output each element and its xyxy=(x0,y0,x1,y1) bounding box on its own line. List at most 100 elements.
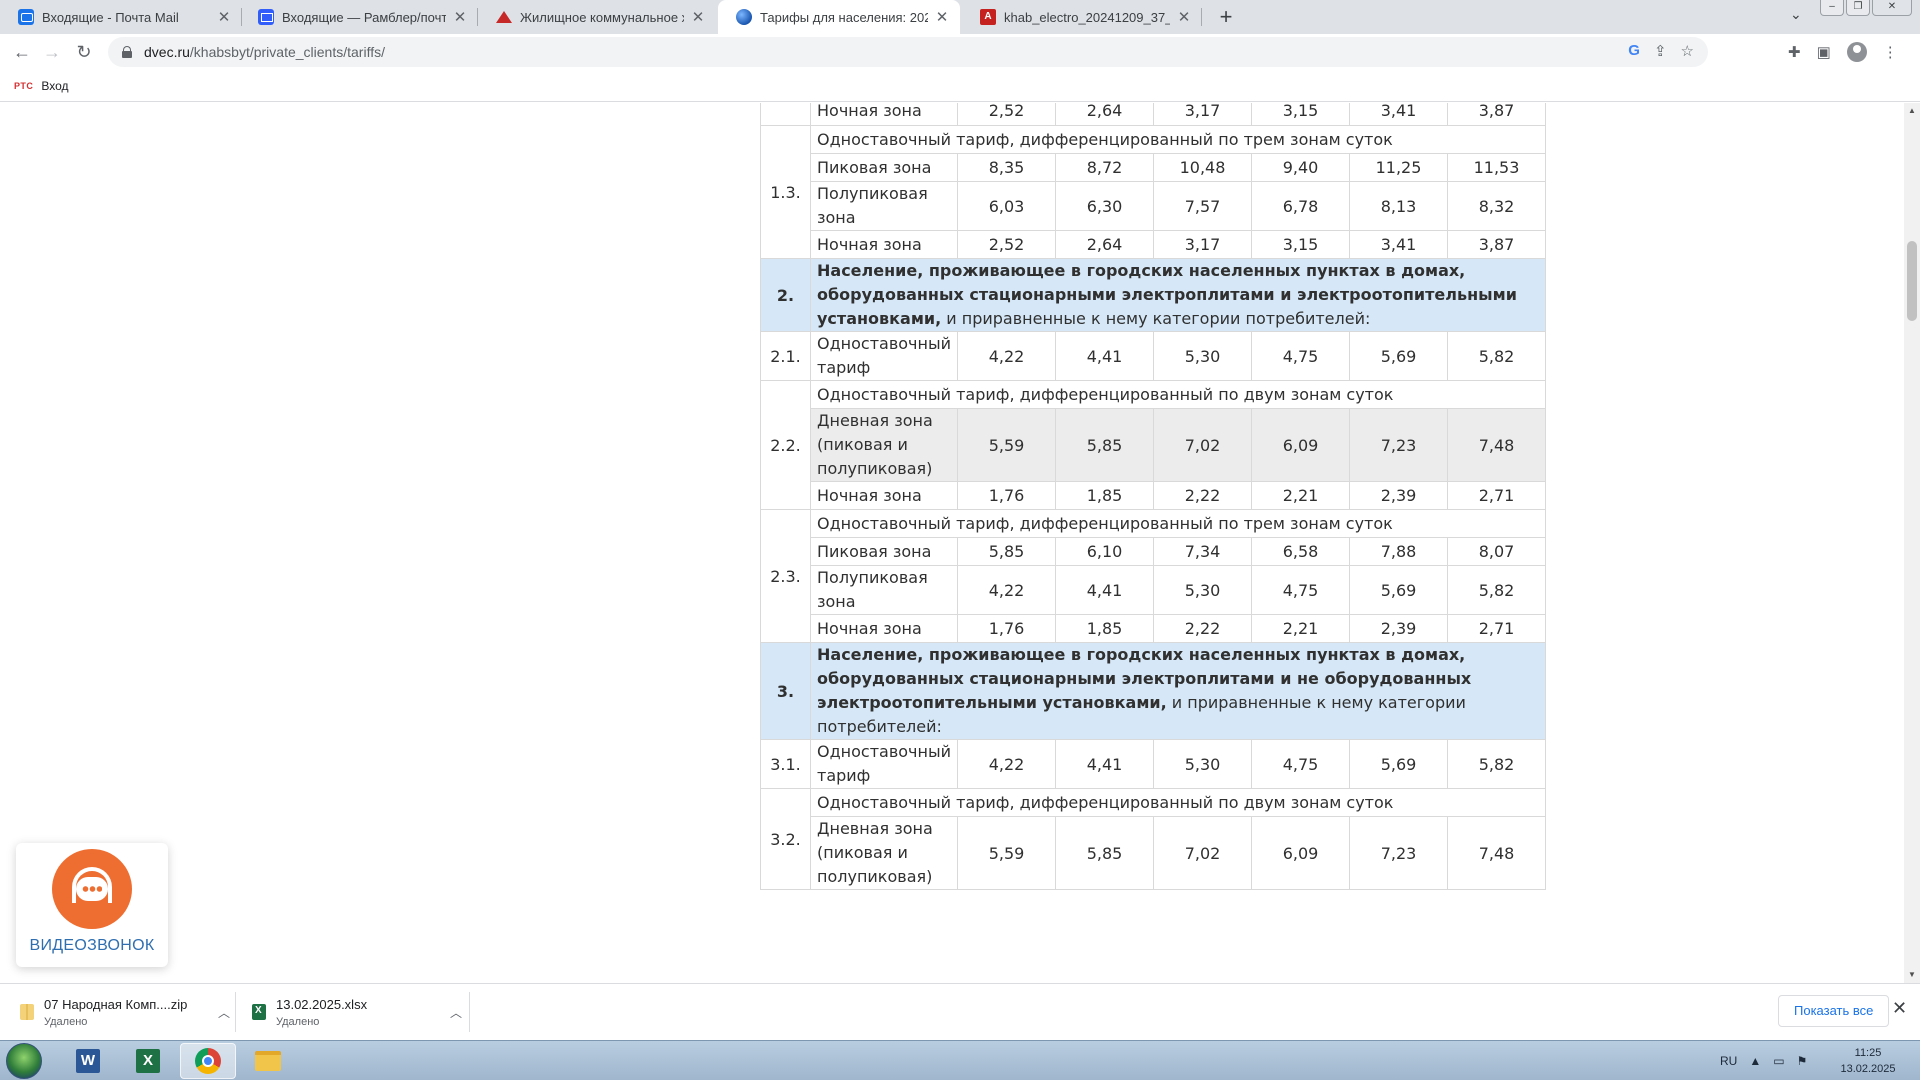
download-item[interactable]: 13.02.2025.xlsx Удалено ︿ xyxy=(232,990,466,1034)
download-status: Удалено xyxy=(276,1015,320,1028)
zone-label-cell: Ночная зона xyxy=(810,103,958,126)
table-row: Ночная зона 2,52 2,64 3,17 3,15 3,41 3,87 xyxy=(760,103,1546,126)
side-panel-icon[interactable]: ▣ xyxy=(1817,43,1831,61)
zone-label-cell: Полупиковая зона xyxy=(810,565,958,615)
forward-icon[interactable]: → xyxy=(40,41,64,63)
lock-icon[interactable] xyxy=(122,46,132,58)
tab-rambler[interactable]: Входящие — Рамблер/почта ✕ xyxy=(240,0,478,34)
chevron-up-icon[interactable]: ︿ xyxy=(214,1004,234,1021)
tariff-value-cell: 4,22 xyxy=(957,739,1056,789)
show-all-downloads-button[interactable]: Показать все xyxy=(1778,995,1890,1027)
download-item[interactable]: 07 Народная Комп....zip Удалено ︿ xyxy=(0,990,234,1034)
tab-tariffs[interactable]: Тарифы для населения: 2025 г. ( ✕ xyxy=(718,0,960,34)
back-icon[interactable]: ← xyxy=(10,41,34,63)
tab-mail[interactable]: Входящие - Почта Mail ✕ xyxy=(0,0,242,34)
bookmarks-bar: РТС Вход xyxy=(0,70,1920,102)
section-number-cell: 2. xyxy=(760,258,811,332)
subtitle-row: 1.3. Одноставочный тариф, дифференцирован… xyxy=(760,125,1546,259)
taskbar-chrome[interactable] xyxy=(180,1043,236,1079)
section-header-row: 3. Население, проживающее в городских нас… xyxy=(760,642,1546,740)
tariff-subtitle-cell: Одноставочный тариф, дифференцированный … xyxy=(810,125,1546,154)
row-number-cell: 3.1. xyxy=(760,739,811,789)
page-scrollbar[interactable]: ▲ ▼ xyxy=(1904,103,1920,983)
tariff-value-cell: 4,41 xyxy=(1055,739,1154,789)
reload-icon[interactable]: ↻ xyxy=(72,41,96,63)
tray-expand-icon[interactable]: ▲ xyxy=(1749,1054,1761,1068)
start-button[interactable] xyxy=(6,1043,42,1079)
support-headset-icon[interactable] xyxy=(52,849,132,929)
close-window-button[interactable]: ✕ xyxy=(1872,0,1912,16)
close-icon[interactable]: ✕ xyxy=(1892,998,1907,1019)
zone-label-cell: Пиковая зона xyxy=(810,537,958,566)
chevron-up-icon[interactable]: ︿ xyxy=(446,1004,466,1021)
tab-title: khab_electro_20241209_37_1.pdf xyxy=(1004,9,1170,25)
scroll-down-arrow-icon[interactable]: ▼ xyxy=(1904,967,1920,983)
close-icon[interactable]: ✕ xyxy=(1176,8,1192,26)
download-status: Удалено xyxy=(44,1015,88,1028)
network-icon[interactable]: ▭ xyxy=(1773,1054,1784,1068)
tariff-value-cell: 2,39 xyxy=(1349,481,1448,510)
bookmark-login[interactable]: Вход xyxy=(41,79,68,93)
profile-avatar-icon[interactable] xyxy=(1846,42,1867,62)
close-icon[interactable]: ✕ xyxy=(690,8,706,26)
bookmark-star-icon[interactable]: ☆ xyxy=(1681,42,1694,60)
taskbar-word[interactable]: W xyxy=(60,1043,116,1079)
video-call-widget[interactable]: ВИДЕОЗВОНОК xyxy=(16,843,168,967)
tariff-value-cell: 4,75 xyxy=(1251,739,1350,789)
scroll-thumb[interactable] xyxy=(1907,241,1917,321)
chrome-icon xyxy=(195,1048,221,1074)
tariff-value-cell: 3,87 xyxy=(1447,230,1546,259)
tab-search-icon[interactable]: ⌄ xyxy=(1790,6,1802,23)
page-viewport: Ночная зона 2,52 2,64 3,17 3,15 3,41 3,87 1.3. О… xyxy=(0,103,1904,983)
video-call-label[interactable]: ВИДЕОЗВОНОК xyxy=(16,937,168,955)
tariff-value-cell: 11,53 xyxy=(1447,153,1546,182)
tariff-value-cell: 10,48 xyxy=(1153,153,1252,182)
tariff-value-cell: 5,69 xyxy=(1349,739,1448,789)
tariff-value-cell: 5,85 xyxy=(1055,408,1154,482)
extension-area: ✚ ▣ ⋮ xyxy=(1788,42,1898,62)
excel-icon: X xyxy=(136,1049,160,1073)
extensions-puzzle-icon[interactable]: ✚ xyxy=(1788,43,1801,61)
tariff-label-cell: Одноставочный тариф xyxy=(810,739,958,789)
share-icon[interactable]: ⇪ xyxy=(1654,42,1667,60)
tariff-value-cell: 2,71 xyxy=(1447,481,1546,510)
tariff-value-cell: 7,02 xyxy=(1153,816,1252,890)
section-title-cell: Население, проживающее в городских насел… xyxy=(810,258,1546,332)
restore-button[interactable]: ❐ xyxy=(1846,0,1870,16)
row-number-cell: 2.1. xyxy=(760,331,811,381)
tab-pdf[interactable]: A khab_electro_20241209_37_1.pdf ✕ xyxy=(962,0,1202,34)
tariff-value-cell: 7,57 xyxy=(1153,181,1252,231)
tab-title: Входящие - Почта Mail xyxy=(42,9,179,25)
chat-dots-shape xyxy=(82,886,102,892)
action-center-flag-icon[interactable]: ⚑ xyxy=(1797,1054,1808,1068)
tariff-value-cell: 5,85 xyxy=(957,537,1056,566)
close-icon[interactable]: ✕ xyxy=(934,8,950,26)
close-icon[interactable]: ✕ xyxy=(452,8,468,26)
tariff-value-cell: 2,21 xyxy=(1251,481,1350,510)
download-shelf: 07 Народная Комп....zip Удалено ︿ 13.02.… xyxy=(0,983,1920,1040)
language-indicator[interactable]: RU xyxy=(1720,1054,1737,1068)
table-row: Ночная зона 2,52 2,64 3,17 3,15 3,41 3,87 xyxy=(761,230,1546,259)
address-bar[interactable]: dvec.ru/khabsbyt/private_clients/tariffs… xyxy=(108,37,1708,67)
new-tab-button[interactable]: + xyxy=(1212,4,1240,30)
tariff-value-cell: 11,25 xyxy=(1349,153,1448,182)
taskbar-excel[interactable]: X xyxy=(120,1043,176,1079)
tariff-value-cell: 4,41 xyxy=(1055,565,1154,615)
menu-kebab-icon[interactable]: ⋮ xyxy=(1883,43,1898,61)
google-translate-icon[interactable]: G xyxy=(1628,42,1640,60)
tab-housing[interactable]: Жилищное коммунальное хозя ✕ xyxy=(478,0,716,34)
tariff-value-cell: 7,34 xyxy=(1153,537,1252,566)
zone-label-cell: Полупиковая зона xyxy=(810,181,958,231)
tariff-value-cell: 7,48 xyxy=(1447,816,1546,890)
system-clock[interactable]: 11:25 13.02.2025 xyxy=(1828,1045,1908,1077)
minimize-button[interactable]: – xyxy=(1820,0,1844,16)
tariff-value-cell: 7,48 xyxy=(1447,408,1546,482)
tariff-value-cell: 2,39 xyxy=(1349,614,1448,643)
taskbar-explorer[interactable] xyxy=(240,1043,296,1079)
tab-title: Жилищное коммунальное хозя xyxy=(520,9,684,25)
scroll-up-arrow-icon[interactable]: ▲ xyxy=(1904,103,1920,119)
tariff-value-cell: 4,75 xyxy=(1251,565,1350,615)
tariff-value-cell: 7,23 xyxy=(1349,408,1448,482)
close-icon[interactable]: ✕ xyxy=(216,8,232,26)
table-row: Пиковая зона 8,35 8,72 10,48 9,40 11,25 11,53 xyxy=(761,153,1546,182)
